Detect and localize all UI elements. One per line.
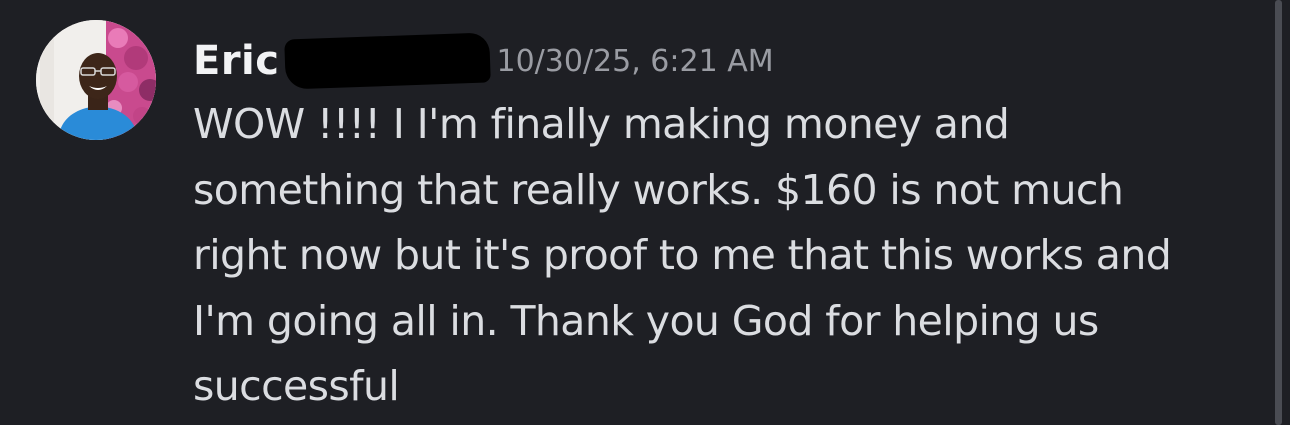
message-line: I'm going all in. Thank you God for help… <box>193 296 1099 345</box>
avatar-photo <box>36 20 156 140</box>
message-line: something that really works. $160 is not… <box>193 165 1124 214</box>
message-timestamp: 10/30/25, 6:21 AM <box>496 43 774 79</box>
message-line: WOW !!!! I I'm finally making money and <box>193 100 1010 148</box>
message-header: Eric 10/30/25, 6:21 AM <box>193 31 774 91</box>
author-name[interactable]: Eric <box>193 38 279 84</box>
scrollbar-thumb[interactable] <box>1275 0 1282 425</box>
message-line: successful <box>193 362 400 410</box>
scrollbar[interactable] <box>1270 0 1290 425</box>
message-content: WOW !!!! I I'm finally making money and … <box>193 92 1265 420</box>
message-line: right now but it's proof to me that this… <box>193 231 1172 279</box>
chat-message: Eric 10/30/25, 6:21 AM WOW !!!! I I'm fi… <box>0 0 1270 425</box>
avatar[interactable] <box>36 20 156 140</box>
redaction-mark <box>284 32 492 90</box>
